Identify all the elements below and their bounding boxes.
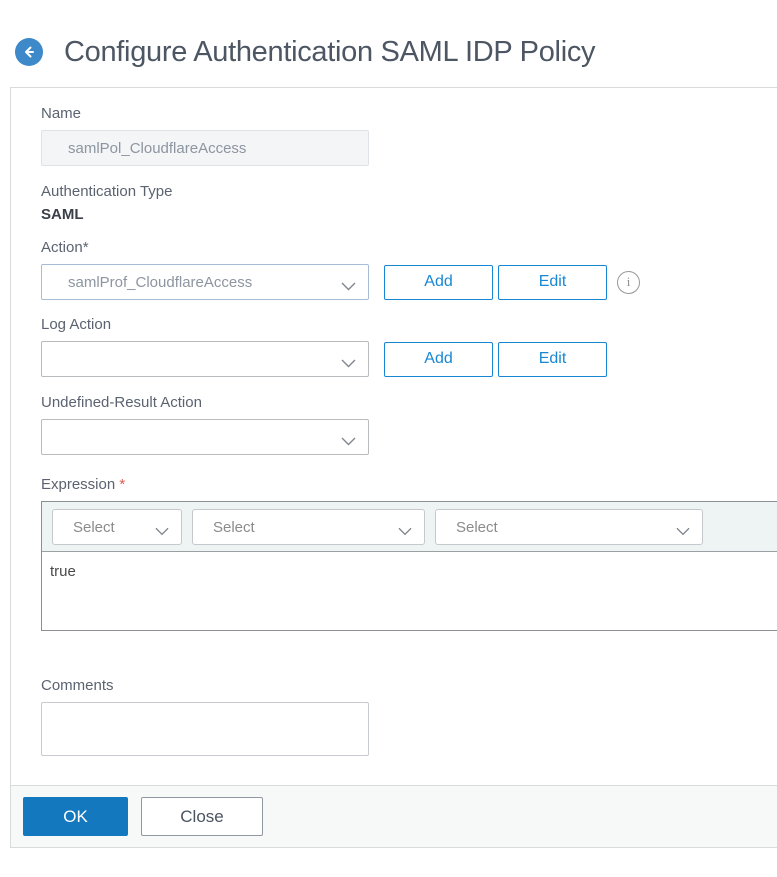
info-icon[interactable]: i xyxy=(617,270,640,294)
log-action-add-button[interactable]: Add xyxy=(384,341,493,377)
chevron-down-icon xyxy=(676,523,690,541)
required-asterisk: * xyxy=(119,476,126,493)
name-label: Name xyxy=(41,105,82,122)
action-select-value: samlProf_CloudflareAccess xyxy=(68,273,253,291)
back-button[interactable] xyxy=(15,38,43,66)
chevron-down-icon xyxy=(341,433,356,451)
expression-toolbar: Select Select Select xyxy=(42,502,777,552)
form-panel: Name Authentication Type SAML Action* sa… xyxy=(10,87,777,848)
chevron-down-icon xyxy=(341,278,356,296)
action-select[interactable]: samlProf_CloudflareAccess xyxy=(41,264,369,300)
chevron-down-icon xyxy=(398,523,412,541)
undefined-result-action-label: Undefined-Result Action xyxy=(41,394,202,411)
expression-label: Expression * xyxy=(41,476,126,493)
comments-input[interactable] xyxy=(41,702,369,756)
chevron-down-icon xyxy=(341,355,356,373)
log-action-edit-button[interactable]: Edit xyxy=(498,341,607,377)
log-action-label: Log Action xyxy=(41,316,112,333)
expression-editor: Select Select Select true xyxy=(41,501,777,631)
form-footer: OK Close xyxy=(11,785,777,848)
close-button[interactable]: Close xyxy=(141,797,263,836)
auth-type-value: SAML xyxy=(41,206,84,223)
page-title: Configure Authentication SAML IDP Policy xyxy=(64,35,596,68)
action-add-button[interactable]: Add xyxy=(384,264,493,300)
ok-button[interactable]: OK xyxy=(23,797,128,836)
action-label: Action* xyxy=(41,239,89,256)
name-input xyxy=(41,130,369,166)
comments-label: Comments xyxy=(41,677,114,694)
undefined-result-action-select[interactable] xyxy=(41,419,369,455)
chevron-down-icon xyxy=(155,523,169,541)
expression-select-2[interactable]: Select xyxy=(192,509,425,545)
expression-input[interactable]: true xyxy=(42,552,777,630)
log-action-select[interactable] xyxy=(41,341,369,377)
action-edit-button[interactable]: Edit xyxy=(498,264,607,300)
arrow-left-icon xyxy=(21,44,37,60)
expression-select-3[interactable]: Select xyxy=(435,509,703,545)
page-header: Configure Authentication SAML IDP Policy xyxy=(0,0,777,74)
expression-select-1[interactable]: Select xyxy=(52,509,182,545)
auth-type-label: Authentication Type xyxy=(41,183,173,200)
